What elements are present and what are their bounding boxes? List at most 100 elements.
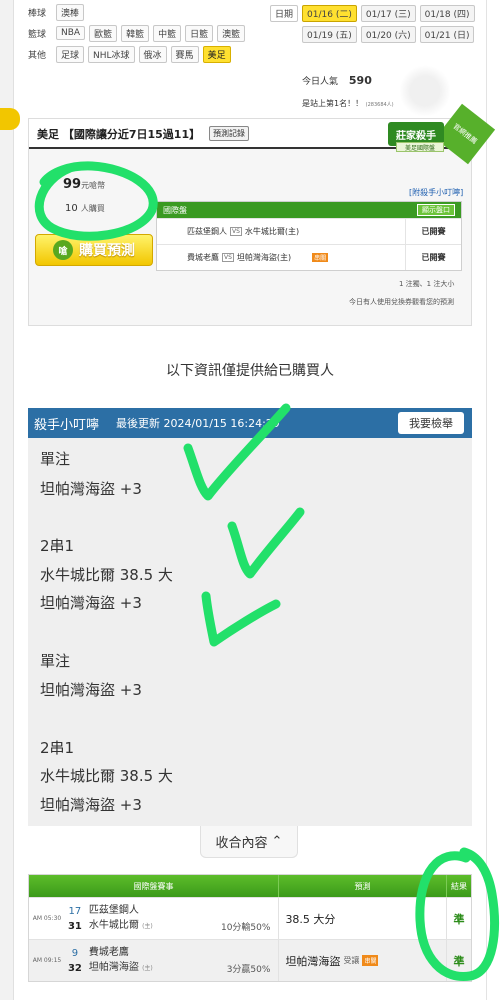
date-chip[interactable]: 01/17 (三) xyxy=(360,5,416,22)
tip-line: 坦帕灣海盜 +3 xyxy=(40,594,142,612)
left-tab-marker[interactable] xyxy=(0,108,20,130)
parlay-tag: 串關 xyxy=(312,253,329,262)
price: 99元嗆幣 xyxy=(63,177,105,192)
away-number: 17 xyxy=(68,905,82,917)
badge-subtitle: 美足國際盤 xyxy=(396,142,444,152)
odds: 3分贏50% xyxy=(226,965,271,975)
tips-link[interactable]: [附殺手小叮嚀] xyxy=(409,187,463,198)
filter-chip-active[interactable]: 美足 xyxy=(202,45,231,63)
date-row-1: 日期 01/16 (二) 01/17 (三) 01/18 (四) xyxy=(270,5,475,22)
home-mark: (主) xyxy=(142,965,153,972)
date-chip[interactable]: 01/20 (六) xyxy=(360,26,416,43)
teams: 費城老鷹 坦帕灣海盜 (主) xyxy=(85,940,185,981)
game-time: AM 09:15 xyxy=(32,957,62,964)
filter-chip[interactable]: 賽馬 xyxy=(170,45,199,63)
popularity-label: 今日人氣 xyxy=(302,77,339,87)
tip-line: 單注 xyxy=(40,450,71,468)
tip-line: 坦帕灣海盜 +3 xyxy=(40,681,142,699)
tips-title: 殺手小叮嚀 xyxy=(34,418,100,433)
tip-line: 2串1 xyxy=(40,739,75,757)
popularity: 今日人氣 590 xyxy=(302,74,372,87)
filter-chip[interactable]: 足球 xyxy=(56,45,85,63)
chevron-up-icon: ⌃ xyxy=(271,834,283,849)
rank-text: 是站上第1名！！ xyxy=(302,99,364,108)
price-unit: 元嗆幣 xyxy=(81,181,106,190)
game-time: AM 05:30 xyxy=(32,915,62,922)
filter-label: 其他 xyxy=(28,50,47,61)
date-chip[interactable]: 01/19 (五) xyxy=(302,26,357,43)
filter-chip[interactable]: 日籃 xyxy=(185,24,214,42)
filter-chip[interactable]: 澳棒 xyxy=(56,3,85,21)
mini-game-table: 國際盤 顯示盤口 匹茲堡鋼人 VS 水牛城比爾(主) 已開賽 費城老鷹 VS 坦… xyxy=(156,201,462,271)
filter-chip[interactable]: NHL冰球 xyxy=(88,45,135,63)
filter-chip[interactable]: 中籃 xyxy=(153,24,182,42)
odds: 10分輸50% xyxy=(220,923,271,933)
mini-table-header: 國際盤 顯示盤口 xyxy=(157,202,461,218)
game-status: 已開賽 xyxy=(405,245,461,270)
table-row: AM 05:30 17 31 匹茲堡鋼人 水牛城比爾 (主) 10分輸50% 3… xyxy=(29,897,471,939)
date-chip[interactable]: 01/21 (日) xyxy=(419,26,475,43)
flower-decoration xyxy=(400,64,450,118)
game-status: 已開賽 xyxy=(405,219,461,244)
prediction: 坦帕灣海盜 受讓 串關 xyxy=(278,940,446,981)
filter-label: 棒球 xyxy=(28,8,47,19)
table-row: 費城老鷹 VS 坦帕灣海盜(主) 串關 已開賽 xyxy=(157,244,461,270)
tip-line: 2串1 xyxy=(40,537,75,555)
parlay-tag: 串關 xyxy=(362,955,379,966)
collapse-button[interactable]: 收合內容 ⌃ xyxy=(200,826,298,858)
filter-chip[interactable]: 澳籃 xyxy=(217,24,246,42)
buyer-only-notice: 以下資訊僅提供給已購買人 xyxy=(166,363,334,379)
voucher-note: 今日有人使用兌換券觀看您的預測 xyxy=(349,298,454,306)
report-button[interactable]: 我要檢舉 xyxy=(398,412,464,434)
date-chip-active[interactable]: 01/16 (二) xyxy=(302,5,357,22)
away-number: 9 xyxy=(71,947,79,959)
coin-icon: 嗆 xyxy=(53,240,73,260)
away-team: 匹茲堡鋼人 xyxy=(88,905,139,916)
tip-line: 坦帕灣海盜 +3 xyxy=(40,480,142,498)
rank-small: (283684人) xyxy=(365,102,394,108)
left-rail xyxy=(0,0,14,1000)
vs-icon: VS xyxy=(222,253,234,262)
date-chip[interactable]: 01/18 (四) xyxy=(419,5,475,22)
home-number: 31 xyxy=(67,920,82,932)
table-row: AM 09:15 9 32 費城老鷹 坦帕灣海盜 (主) 3分贏50% 坦帕灣海… xyxy=(29,939,471,981)
buyers-count: 10 xyxy=(65,203,78,214)
away-team: 費城老鷹 xyxy=(88,947,129,958)
column-header: 結果 xyxy=(451,881,467,891)
mini-header-label: 國際盤 xyxy=(163,205,187,215)
buyers-unit: 人購買 xyxy=(80,204,105,213)
pick-sub: 受讓 xyxy=(343,956,360,965)
popularity-value: 590 xyxy=(348,74,372,87)
filter-chip[interactable]: 俄冰 xyxy=(138,45,167,63)
home-team: 坦帕灣海盜 xyxy=(88,962,139,973)
buyers: 10 人購買 xyxy=(65,203,105,214)
record-button[interactable]: 預測記錄 xyxy=(209,126,249,141)
result-table-header: 國際盤賽事 預測 結果 xyxy=(29,875,471,897)
pick: 坦帕灣海盜 xyxy=(285,954,341,968)
filter-chip[interactable]: 歐籃 xyxy=(89,24,118,42)
buy-button-label: 購買預測 xyxy=(79,243,135,259)
vs-icon: VS xyxy=(230,227,242,236)
date-row-2: 01/19 (五) 01/20 (六) 01/21 (日) xyxy=(302,26,475,43)
away-team: 匹茲堡鋼人 xyxy=(187,227,227,236)
table-row: 匹茲堡鋼人 VS 水牛城比爾(主) 已開賽 xyxy=(157,218,461,244)
filter-label: 籃球 xyxy=(28,29,47,40)
filter-chip[interactable]: 韓籃 xyxy=(121,24,150,42)
tip-line: 坦帕灣海盜 +3 xyxy=(40,796,142,814)
matchup: 匹茲堡鋼人 VS 水牛城比爾(主) xyxy=(157,226,405,237)
team-numbers: 17 31 xyxy=(65,898,85,939)
right-divider xyxy=(486,0,487,1000)
home-number: 32 xyxy=(67,962,82,974)
buy-prediction-button[interactable]: 嗆 購買預測 xyxy=(35,234,153,266)
last-updated: 最後更新 2024/01/15 16:24:29 xyxy=(116,417,280,430)
home-team: 水牛城比爾 xyxy=(88,920,139,931)
team-numbers: 9 32 xyxy=(65,940,85,981)
filter-chip[interactable]: NBA xyxy=(56,26,86,40)
filter-row-basketball: 籃球 NBA 歐籃 韓籃 中籃 日籃 澳籃 xyxy=(28,24,246,42)
teams: 匹茲堡鋼人 水牛城比爾 (主) xyxy=(85,898,185,939)
prediction: 38.5 大分 xyxy=(278,898,446,939)
away-team: 費城老鷹 xyxy=(187,253,219,262)
rank-line: 是站上第1名！！ (283684人) xyxy=(302,98,394,109)
show-odds-button[interactable]: 顯示盤口 xyxy=(417,204,455,216)
result: 準 xyxy=(446,940,471,981)
